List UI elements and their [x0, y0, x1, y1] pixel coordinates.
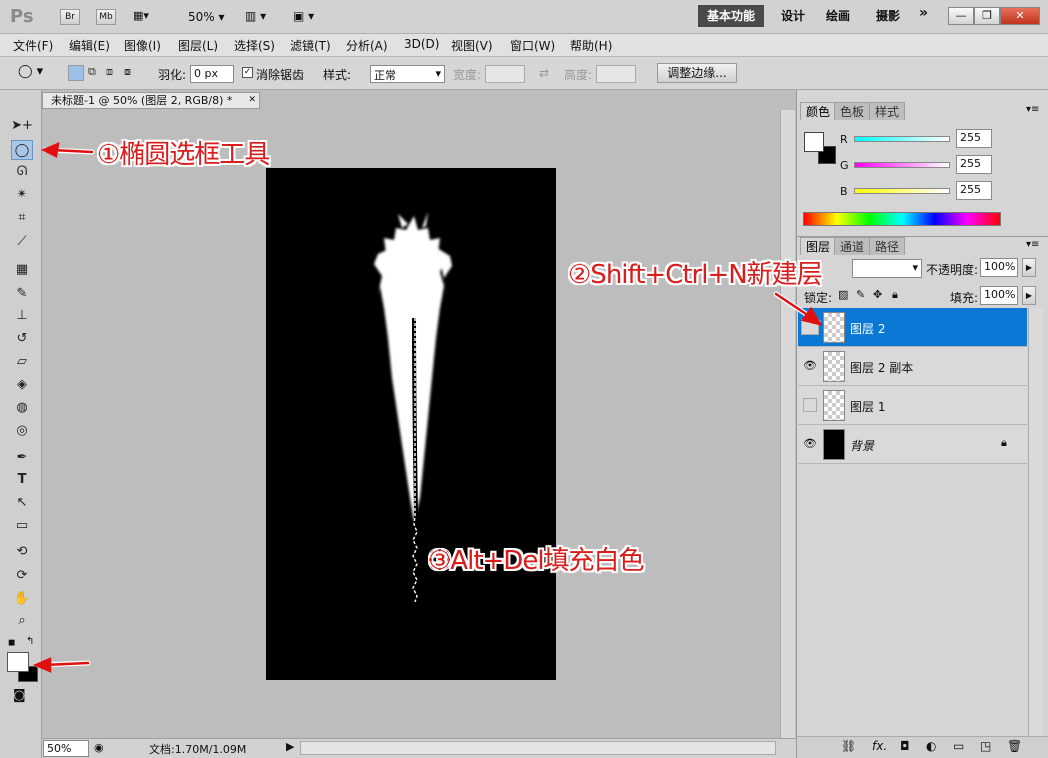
annotation-step-3: ③Alt+Del填充白色: [428, 546, 645, 576]
annotation-step-1: ①椭圆选框工具: [97, 140, 270, 170]
arrow-head: [32, 657, 52, 673]
annotation-step-2: ②Shift+Ctrl+N新建层: [568, 260, 823, 290]
annotation-arrows: [32, 141, 823, 673]
arrow-head: [41, 141, 60, 158]
